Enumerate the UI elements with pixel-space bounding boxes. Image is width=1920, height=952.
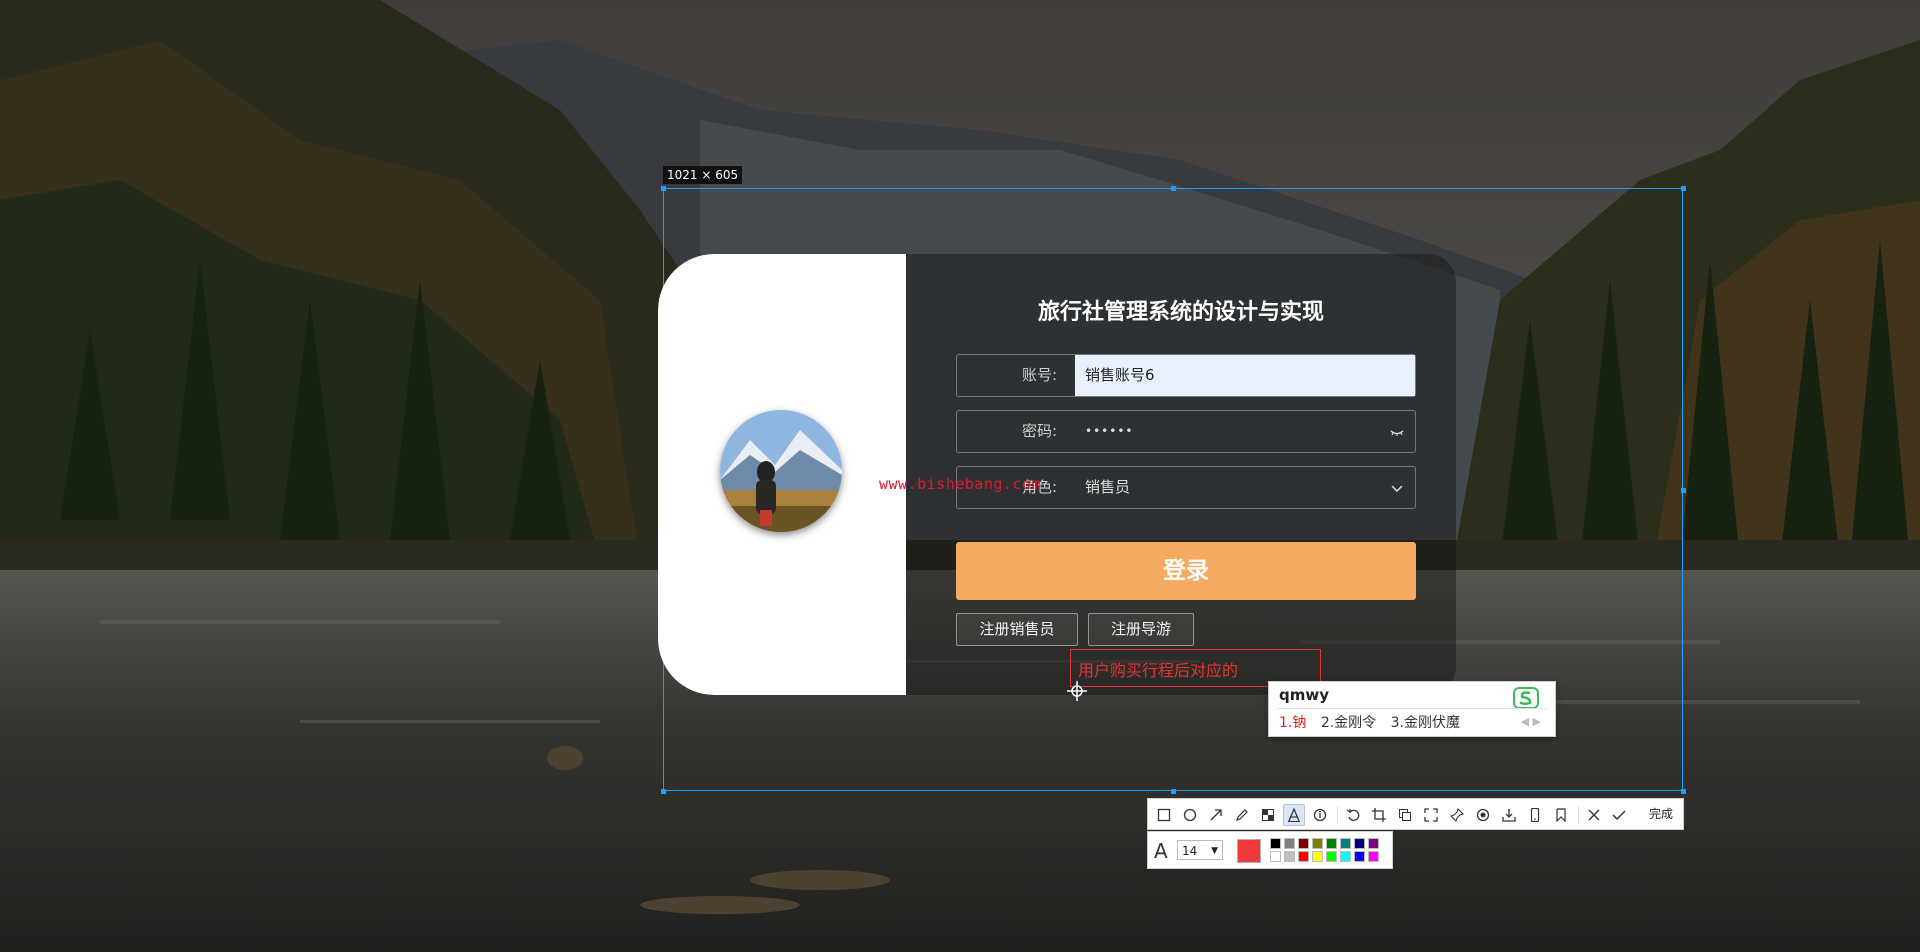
pin-icon[interactable]: [1446, 804, 1468, 826]
phone-icon[interactable]: [1524, 804, 1546, 826]
register-guide-button[interactable]: 注册导游: [1088, 613, 1194, 646]
password-input[interactable]: ••••••: [1075, 411, 1415, 452]
color-swatch[interactable]: [1368, 838, 1379, 849]
serial-number-icon[interactable]: [1309, 804, 1331, 826]
close-icon[interactable]: [1583, 804, 1605, 826]
resize-handle-top-right[interactable]: [1681, 186, 1686, 191]
color-swatch[interactable]: [1270, 838, 1281, 849]
resize-handle-bottom-left[interactable]: [661, 789, 666, 794]
text-icon[interactable]: [1283, 804, 1305, 826]
ime-candidate[interactable]: 2.金刚令: [1321, 715, 1376, 731]
current-color-swatch[interactable]: [1237, 839, 1261, 863]
account-field: 账号: 销售账号6: [956, 354, 1416, 397]
text-options-bar: A 14 ▼: [1147, 831, 1393, 869]
ime-page-arrows-icon[interactable]: ◀ ▶: [1521, 715, 1541, 728]
move-cursor-icon: [1067, 681, 1087, 701]
color-swatch[interactable]: [1326, 851, 1337, 862]
password-label: 密码:: [1021, 422, 1057, 440]
rectangle-icon[interactable]: [1153, 804, 1175, 826]
bookmark-icon[interactable]: [1550, 804, 1572, 826]
ime-candidate-popup: qmwy 1.钠 2.金刚令 3.金刚伏魔 ◀ ▶: [1268, 681, 1556, 737]
done-button[interactable]: 完成: [1649, 799, 1673, 829]
screenshot-toolbar: 完成: [1147, 798, 1684, 830]
color-swatch[interactable]: [1326, 838, 1337, 849]
resize-handle-bottom-right[interactable]: [1681, 789, 1686, 794]
copy-icon[interactable]: [1394, 804, 1416, 826]
resize-handle-right[interactable]: [1681, 488, 1686, 493]
ime-candidate[interactable]: 1.钠: [1279, 715, 1306, 731]
pen-icon[interactable]: [1231, 804, 1253, 826]
color-swatch[interactable]: [1270, 851, 1281, 862]
resize-handle-bottom[interactable]: [1171, 789, 1176, 794]
eye-closed-icon[interactable]: [1389, 424, 1405, 440]
ime-separator: [1277, 708, 1547, 709]
color-swatch[interactable]: [1284, 851, 1295, 862]
undo-icon[interactable]: [1342, 804, 1364, 826]
annotation-text[interactable]: 用户购买行程后对应的: [1078, 657, 1238, 681]
mosaic-icon[interactable]: [1257, 804, 1279, 826]
avatar: [720, 410, 842, 532]
resize-handle-top[interactable]: [1171, 186, 1176, 191]
chevron-down-icon[interactable]: [1389, 480, 1405, 496]
download-icon[interactable]: [1498, 804, 1520, 826]
ime-candidate-list: 1.钠 2.金刚令 3.金刚伏魔: [1279, 712, 1470, 732]
font-size-select[interactable]: 14 ▼: [1177, 840, 1223, 860]
ime-candidate[interactable]: 3.金刚伏魔: [1391, 715, 1460, 731]
login-card-left-panel: [658, 254, 906, 695]
login-button[interactable]: 登录: [956, 542, 1416, 600]
color-swatch[interactable]: [1312, 838, 1323, 849]
color-swatch[interactable]: [1340, 851, 1351, 862]
color-swatch[interactable]: [1298, 851, 1309, 862]
color-swatch[interactable]: [1340, 838, 1351, 849]
color-swatch[interactable]: [1354, 851, 1365, 862]
ime-composition-text: qmwy: [1279, 686, 1330, 704]
register-sales-button[interactable]: 注册销售员: [956, 613, 1078, 646]
account-label: 账号:: [1021, 366, 1057, 384]
crop-icon[interactable]: [1368, 804, 1390, 826]
role-select[interactable]: 销售员: [1075, 467, 1415, 508]
color-swatch[interactable]: [1312, 851, 1323, 862]
fullscreen-icon[interactable]: [1420, 804, 1442, 826]
dropdown-arrow-icon: ▼: [1211, 846, 1218, 856]
selection-size-label: 1021 × 605: [663, 166, 743, 184]
color-swatch[interactable]: [1368, 851, 1379, 862]
toolbar-divider: [1337, 806, 1338, 824]
color-swatch[interactable]: [1284, 838, 1295, 849]
color-palette: [1270, 838, 1385, 864]
ellipse-icon[interactable]: [1179, 804, 1201, 826]
watermark-text: www.bishebang.com: [879, 475, 1042, 493]
password-field: 密码: ••••••: [956, 410, 1416, 453]
font-icon: A: [1154, 839, 1168, 863]
color-swatch[interactable]: [1354, 838, 1365, 849]
record-icon[interactable]: [1472, 804, 1494, 826]
check-icon[interactable]: [1608, 804, 1630, 826]
toolbar-divider: [1578, 806, 1579, 824]
color-swatch[interactable]: [1298, 838, 1309, 849]
font-size-value: 14: [1182, 844, 1198, 858]
page-title: 旅行社管理系统的设计与实现: [1037, 300, 1324, 325]
account-input[interactable]: 销售账号6: [1075, 355, 1415, 396]
sogou-logo-icon: [1513, 687, 1539, 709]
login-card: 旅行社管理系统的设计与实现 账号: 销售账号6 密码: •••••• 角色: 销…: [658, 254, 1456, 695]
arrow-icon[interactable]: [1205, 804, 1227, 826]
resize-handle-top-left[interactable]: [661, 186, 666, 191]
